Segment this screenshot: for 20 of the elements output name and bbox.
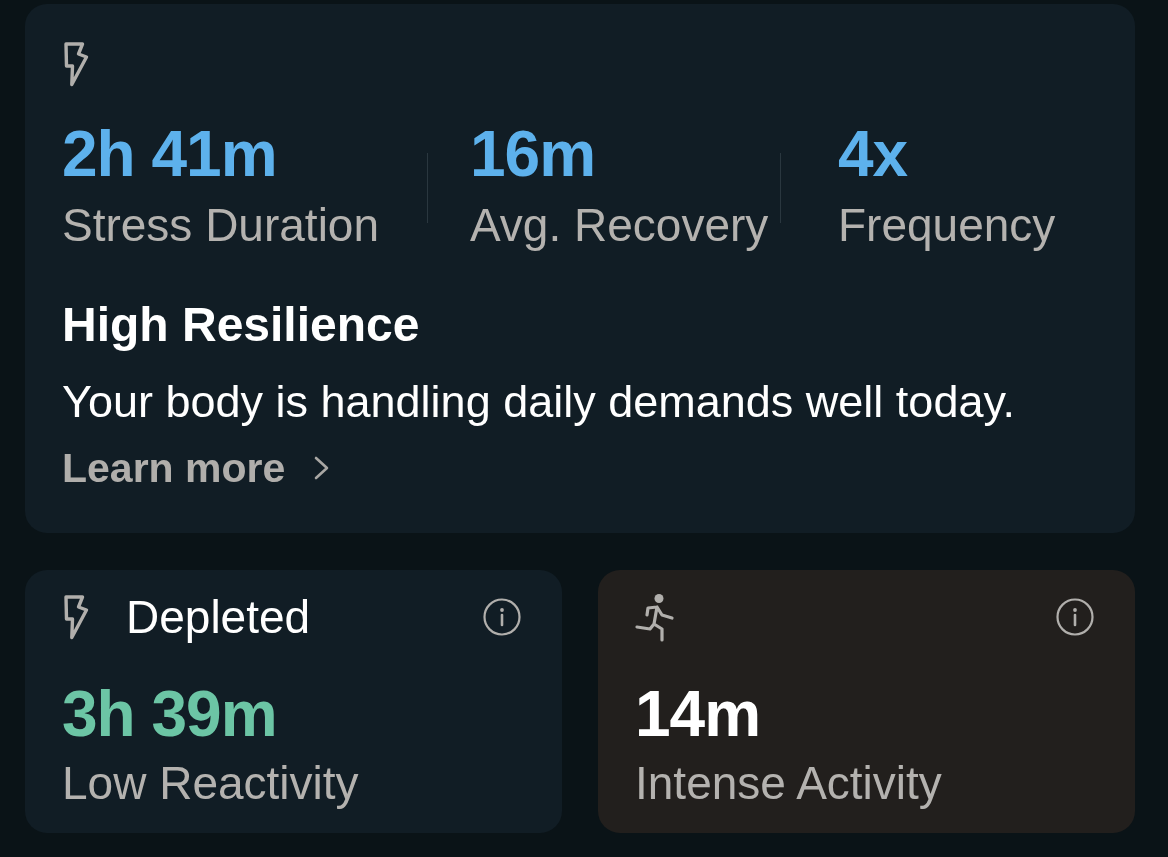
duration-value: 3h 39m	[62, 681, 278, 746]
metric-value: 4x	[838, 122, 909, 186]
card-title: Depleted	[126, 589, 311, 645]
metric-value: 16m	[470, 122, 597, 186]
info-icon[interactable]	[483, 598, 521, 637]
running-person-icon	[635, 592, 674, 642]
chevron-right-icon	[313, 455, 331, 482]
lightning-bolt-icon	[62, 594, 89, 641]
resilience-title: High Resilience	[62, 297, 420, 354]
metric-label: Intense Activity	[635, 755, 943, 811]
metric-label: Stress Duration	[62, 198, 380, 253]
description-text: Your body is handling daily demands well today.	[62, 374, 1016, 429]
metric-label: Avg. Recovery	[470, 198, 770, 253]
info-icon[interactable]	[1056, 598, 1094, 637]
metric-value: 2h 41m	[62, 122, 278, 186]
metric-label: Low Reactivity	[62, 755, 360, 811]
metric-label: Frequency	[838, 198, 1057, 253]
learn-more-link[interactable]: Learn more	[62, 443, 331, 493]
lightning-bolt-icon	[62, 41, 89, 87]
duration-value: 14m	[635, 681, 762, 746]
